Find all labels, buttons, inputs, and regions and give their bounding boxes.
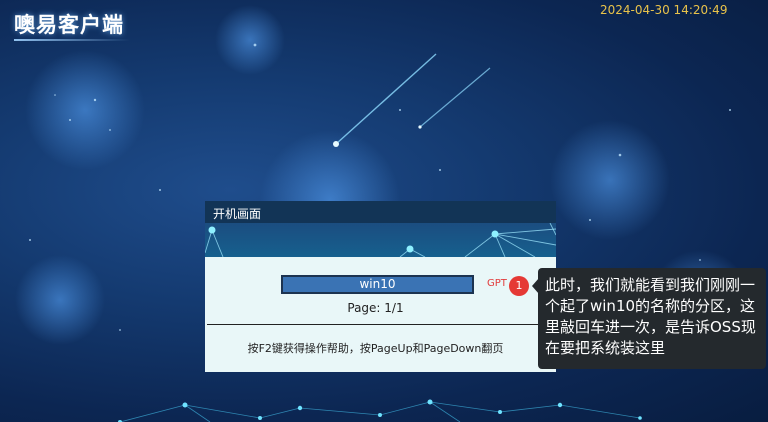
gpt-label: GPT bbox=[487, 278, 507, 289]
banner-network-art bbox=[205, 223, 556, 257]
clock: 2024-04-30 14:20:49 bbox=[600, 3, 728, 17]
meteor-right bbox=[418, 67, 491, 129]
meteor-left bbox=[333, 53, 437, 147]
boot-menu-titlebar: 开机画面 bbox=[205, 201, 556, 223]
title-underline bbox=[14, 39, 130, 41]
boot-menu-content: win10 Page: 1/1 按F2键获得操作帮助，按PageUp和PageD… bbox=[205, 257, 556, 372]
divider bbox=[207, 324, 554, 325]
step-badge: 1 bbox=[509, 276, 529, 296]
os-entry-win10[interactable]: win10 bbox=[281, 275, 474, 294]
page-indicator: Page: 1/1 bbox=[347, 301, 404, 315]
boot-menu-banner bbox=[205, 223, 556, 257]
annotation-callout: 此时，我们就能看到我们刚刚一个起了win10的名称的分区，这里敲回车进一次，是告… bbox=[538, 268, 766, 369]
help-text: 按F2键获得操作帮助，按PageUp和PageDown翻页 bbox=[247, 342, 504, 355]
network-lines bbox=[119, 401, 641, 422]
app-title: 噢易客户端 bbox=[14, 13, 124, 37]
